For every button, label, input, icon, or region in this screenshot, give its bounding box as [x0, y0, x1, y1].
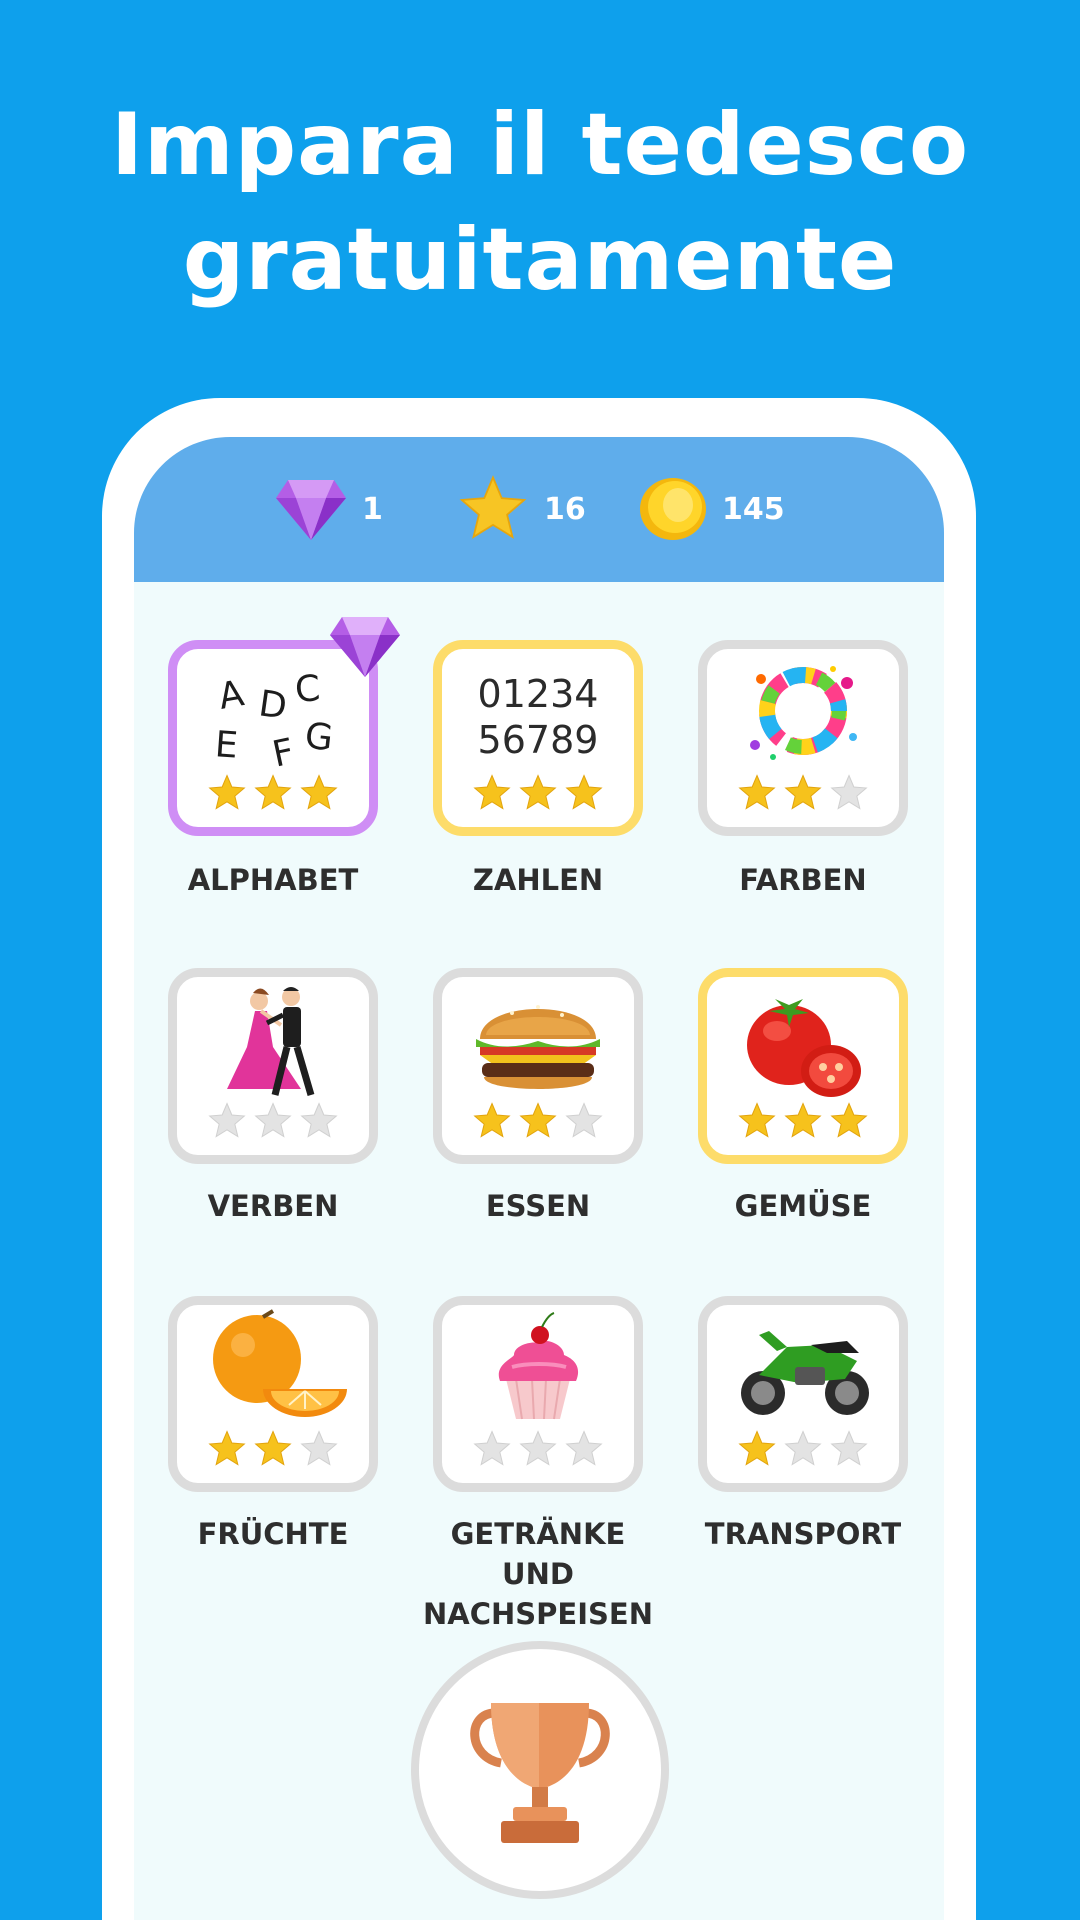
star-empty-icon	[830, 774, 868, 810]
trophy-icon	[470, 1703, 610, 1843]
coin-icon	[640, 478, 706, 540]
star-filled-icon	[208, 1430, 246, 1466]
alphabet-letter: E	[213, 724, 240, 767]
alphabet-letter: G	[302, 715, 335, 760]
category-tile-transport[interactable]	[698, 1296, 908, 1492]
star-filled-icon	[519, 1102, 557, 1138]
category-label[interactable]: GETRÄNKE UND NACHSPEISEN	[413, 1514, 663, 1634]
category-label[interactable]: TRANSPORT	[673, 1514, 933, 1554]
stars-counter[interactable]: 16	[456, 473, 586, 545]
category-tile-zahlen[interactable]: 01234 56789	[433, 640, 643, 836]
category-tile-getränke-und-nachspeisen[interactable]	[433, 1296, 643, 1492]
star-filled-icon	[300, 774, 338, 810]
star-filled-icon	[254, 774, 292, 810]
star-filled-icon	[473, 774, 511, 810]
category-tile-farben[interactable]	[698, 640, 908, 836]
star-filled-icon	[473, 1102, 511, 1138]
star-filled-icon	[784, 1102, 822, 1138]
category-label[interactable]: FARBEN	[673, 860, 933, 900]
tomato-icon	[747, 999, 861, 1097]
diamond-icon	[276, 480, 346, 540]
coins-counter[interactable]: 145	[638, 473, 785, 545]
gem-badge	[328, 612, 402, 684]
star-empty-icon	[208, 1102, 246, 1138]
category-label[interactable]: FRÜCHTE	[143, 1514, 403, 1554]
star-empty-icon	[300, 1430, 338, 1466]
star-rating	[442, 773, 634, 813]
alphabet-letter: A	[215, 673, 248, 718]
star-filled-icon	[254, 1430, 292, 1466]
star-empty-icon	[784, 1430, 822, 1466]
headline: Impara il tedesco gratuitamente	[0, 88, 1080, 318]
star-empty-icon	[473, 1430, 511, 1466]
star-filled-icon	[519, 774, 557, 810]
star-empty-icon	[565, 1430, 603, 1466]
category-tile-früchte[interactable]	[168, 1296, 378, 1492]
category-label[interactable]: ESSEN	[408, 1186, 668, 1226]
star-rating	[177, 1429, 369, 1469]
star-rating	[177, 773, 369, 813]
color-splash-icon	[750, 666, 857, 760]
category-label[interactable]: GEMÜSE	[673, 1186, 933, 1226]
star-icon	[459, 475, 527, 539]
trophy-button[interactable]	[411, 1641, 669, 1899]
star-rating	[707, 773, 899, 813]
category-tile-verben[interactable]	[168, 968, 378, 1164]
star-filled-icon	[738, 1102, 776, 1138]
star-empty-icon	[830, 1430, 868, 1466]
alphabet-letter: F	[268, 731, 298, 776]
category-label[interactable]: VERBEN	[143, 1186, 403, 1226]
numbers-line-1: 01234	[477, 672, 599, 716]
gems-counter[interactable]: 1	[274, 473, 383, 545]
burger-icon	[476, 1005, 600, 1089]
star-filled-icon	[830, 1102, 868, 1138]
star-filled-icon	[784, 774, 822, 810]
star-empty-icon	[565, 1102, 603, 1138]
stats-bar: 1 16 145	[134, 437, 944, 582]
star-rating	[442, 1429, 634, 1469]
star-filled-icon	[738, 774, 776, 810]
dancing-couple-icon	[227, 987, 315, 1096]
category-label[interactable]: ZAHLEN	[408, 860, 668, 900]
alphabet-letter: D	[256, 683, 290, 728]
star-empty-icon	[254, 1102, 292, 1138]
star-filled-icon	[565, 774, 603, 810]
category-tile-gemüse[interactable]	[698, 968, 908, 1164]
orange-icon	[213, 1309, 347, 1417]
star-rating	[442, 1101, 634, 1141]
star-rating	[177, 1101, 369, 1141]
alphabet-letter: C	[293, 668, 322, 711]
star-empty-icon	[519, 1430, 557, 1466]
category-label[interactable]: ALPHABET	[143, 860, 403, 900]
category-tile-essen[interactable]	[433, 968, 643, 1164]
coins-count: 145	[722, 491, 785, 527]
star-empty-icon	[300, 1102, 338, 1138]
star-filled-icon	[738, 1430, 776, 1466]
headline-line-1: Impara il tedesco	[110, 95, 970, 195]
numbers-icon: 01234 56789	[442, 671, 634, 763]
numbers-line-2: 56789	[477, 718, 599, 762]
star-filled-icon	[208, 774, 246, 810]
gems-count: 1	[362, 491, 383, 527]
cupcake-icon	[498, 1312, 579, 1420]
headline-line-2: gratuitamente	[182, 210, 898, 310]
diamond-badge-icon	[330, 617, 400, 677]
star-rating	[707, 1429, 899, 1469]
motorcycle-icon	[741, 1331, 869, 1415]
star-rating	[707, 1101, 899, 1141]
stars-count: 16	[544, 491, 586, 527]
